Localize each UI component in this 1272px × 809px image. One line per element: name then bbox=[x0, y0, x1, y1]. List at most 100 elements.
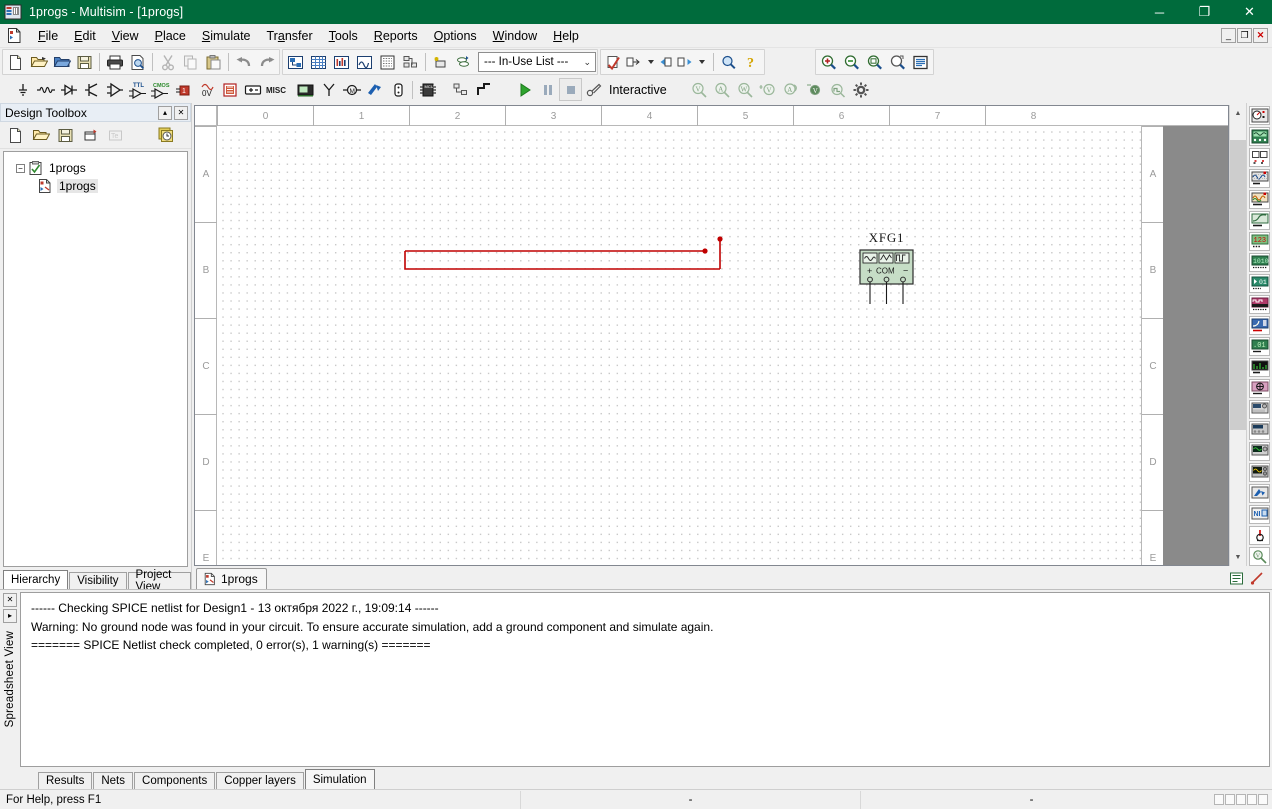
four-channel-oscilloscope-button[interactable] bbox=[1249, 190, 1270, 209]
tab-nets[interactable]: Nets bbox=[93, 772, 133, 789]
open-file-button[interactable] bbox=[27, 51, 50, 74]
cut-button[interactable] bbox=[156, 51, 179, 74]
current-probe-panel-button[interactable] bbox=[1249, 526, 1270, 545]
zoom-sheet-button[interactable] bbox=[909, 51, 932, 74]
help-button[interactable]: ? bbox=[740, 51, 763, 74]
menu-file[interactable]: File bbox=[30, 26, 66, 46]
labview-instruments-button[interactable] bbox=[1249, 484, 1270, 503]
wire-net[interactable] bbox=[402, 236, 732, 276]
transfer-dropdown-arrow[interactable] bbox=[642, 51, 659, 74]
place-diode-button[interactable] bbox=[57, 78, 80, 101]
word-generator-button[interactable]: 1010 bbox=[1249, 253, 1270, 272]
differential-voltage-probe-button[interactable]: V bbox=[758, 78, 781, 101]
open-design-button[interactable] bbox=[50, 51, 73, 74]
spreadsheet-expand-button[interactable]: ▸ bbox=[3, 609, 17, 623]
place-hierarchical-block-button[interactable] bbox=[449, 78, 472, 101]
forward-annotate-button[interactable] bbox=[676, 51, 693, 74]
multimeter-button[interactable] bbox=[1249, 106, 1270, 125]
bode-plotter-button[interactable] bbox=[1249, 211, 1270, 230]
copy-button[interactable] bbox=[179, 51, 202, 74]
toggle-hierarchy-button[interactable] bbox=[399, 51, 422, 74]
menu-transfer[interactable]: Transfer bbox=[259, 26, 321, 46]
back-annotate-button[interactable] bbox=[659, 51, 676, 74]
pause-simulation-button[interactable] bbox=[536, 78, 559, 101]
database-manager-button[interactable] bbox=[452, 51, 475, 74]
probe-settings-button[interactable] bbox=[850, 78, 873, 101]
current-reference-probe-button[interactable]: A bbox=[781, 78, 804, 101]
place-analog-button[interactable] bbox=[103, 78, 126, 101]
menu-view[interactable]: View bbox=[104, 26, 147, 46]
save-sheet-button[interactable] bbox=[54, 124, 77, 147]
transfer-to-pcb-button[interactable] bbox=[625, 51, 642, 74]
print-preview-button[interactable] bbox=[126, 51, 149, 74]
logic-analyzer-button[interactable] bbox=[1249, 295, 1270, 314]
place-mixed-button[interactable]: 0V bbox=[195, 78, 218, 101]
mdi-close-button[interactable]: ✕ bbox=[1253, 28, 1268, 43]
place-indicator-button[interactable] bbox=[218, 78, 241, 101]
function-generator-symbol[interactable]: + COM − bbox=[839, 249, 934, 307]
place-basic-button[interactable] bbox=[34, 78, 57, 101]
design-hierarchy-tree[interactable]: − 1progs 1progs bbox=[3, 151, 188, 567]
agilent-function-generator-button[interactable] bbox=[1249, 400, 1270, 419]
place-cmos-button[interactable]: CMOS bbox=[149, 78, 172, 101]
new-sheet-button[interactable] bbox=[4, 124, 27, 147]
in-use-list-dropdown[interactable]: --- In-Use List --- ⌄ bbox=[478, 52, 596, 72]
menu-simulate[interactable]: Simulate bbox=[194, 26, 259, 46]
menu-edit[interactable]: Edit bbox=[66, 26, 104, 46]
paste-button[interactable] bbox=[202, 51, 225, 74]
simulation-settings-icon[interactable] bbox=[582, 78, 605, 101]
toggle-postprocessor-button[interactable] bbox=[376, 51, 399, 74]
scroll-thumb[interactable] bbox=[1230, 140, 1246, 430]
scroll-down-button[interactable]: ▼ bbox=[1230, 549, 1246, 566]
tree-expander[interactable]: − bbox=[16, 164, 25, 173]
close-button[interactable]: ✕ bbox=[1227, 0, 1272, 24]
toggle-spreadsheet-view-button[interactable] bbox=[307, 51, 330, 74]
tree-row[interactable]: − 1progs bbox=[4, 159, 187, 177]
find-button[interactable] bbox=[717, 51, 740, 74]
schematic-vertical-scrollbar[interactable]: ▲ ▼ bbox=[1229, 105, 1246, 566]
tab-components[interactable]: Components bbox=[134, 772, 215, 789]
maximize-button[interactable]: ❐ bbox=[1182, 0, 1227, 24]
tab-hierarchy[interactable]: Hierarchy bbox=[3, 570, 68, 589]
menu-window[interactable]: Window bbox=[485, 26, 545, 46]
spectrum-analyzer-button[interactable] bbox=[1249, 358, 1270, 377]
wattmeter-button[interactable] bbox=[1249, 148, 1270, 167]
erc-check-button[interactable] bbox=[602, 51, 625, 74]
logic-converter-button[interactable]: 01 bbox=[1249, 274, 1270, 293]
tab-copper-layers[interactable]: Copper layers bbox=[216, 772, 304, 789]
place-connectors-button[interactable] bbox=[386, 78, 409, 101]
status-resize-grip[interactable] bbox=[1202, 794, 1272, 805]
tab-project-view[interactable]: Project View bbox=[128, 572, 191, 589]
run-simulation-button[interactable] bbox=[513, 78, 536, 101]
frequency-counter-button[interactable]: 123 bbox=[1249, 232, 1270, 251]
place-misc-button[interactable]: MISC bbox=[264, 78, 294, 101]
place-misc-digital-button[interactable]: 1 bbox=[172, 78, 195, 101]
refresh-hierarchy-button[interactable] bbox=[154, 124, 177, 147]
tab-visibility[interactable]: Visibility bbox=[69, 572, 126, 589]
toggle-spice-netlist-button[interactable] bbox=[330, 51, 353, 74]
iv-analyzer-button[interactable] bbox=[1249, 316, 1270, 335]
zoom-in-button[interactable] bbox=[817, 51, 840, 74]
zoom-out-button[interactable] bbox=[840, 51, 863, 74]
place-mcu-button[interactable]: MCU bbox=[416, 78, 439, 101]
document-menu-icon[interactable] bbox=[6, 27, 24, 45]
simulation-messages-list[interactable]: ------ Checking SPICE netlist for Design… bbox=[20, 592, 1270, 767]
menu-help[interactable]: Help bbox=[545, 26, 587, 46]
save-button[interactable] bbox=[73, 51, 96, 74]
scroll-up-button[interactable]: ▲ bbox=[1230, 105, 1246, 122]
pcb-layout-button[interactable] bbox=[1228, 570, 1245, 587]
open-sheet-button[interactable] bbox=[29, 124, 52, 147]
redo-button[interactable] bbox=[255, 51, 278, 74]
toggle-grapher-button[interactable] bbox=[353, 51, 376, 74]
function-generator-button[interactable] bbox=[1249, 127, 1270, 146]
stop-simulation-button[interactable] bbox=[559, 78, 582, 101]
tab-results[interactable]: Results bbox=[38, 772, 92, 789]
distortion-analyzer-button[interactable]: .01 bbox=[1249, 337, 1270, 356]
place-rf-button[interactable] bbox=[317, 78, 340, 101]
toggle-design-toolbox-button[interactable] bbox=[284, 51, 307, 74]
spreadsheet-close-button[interactable]: ✕ bbox=[3, 593, 17, 607]
design-toolbox-collapse-button[interactable]: ▴ bbox=[158, 106, 172, 120]
new-file-button[interactable] bbox=[4, 51, 27, 74]
zoom-fit-button[interactable] bbox=[863, 51, 886, 74]
voltage-reference-probe-button[interactable]: V bbox=[804, 78, 827, 101]
